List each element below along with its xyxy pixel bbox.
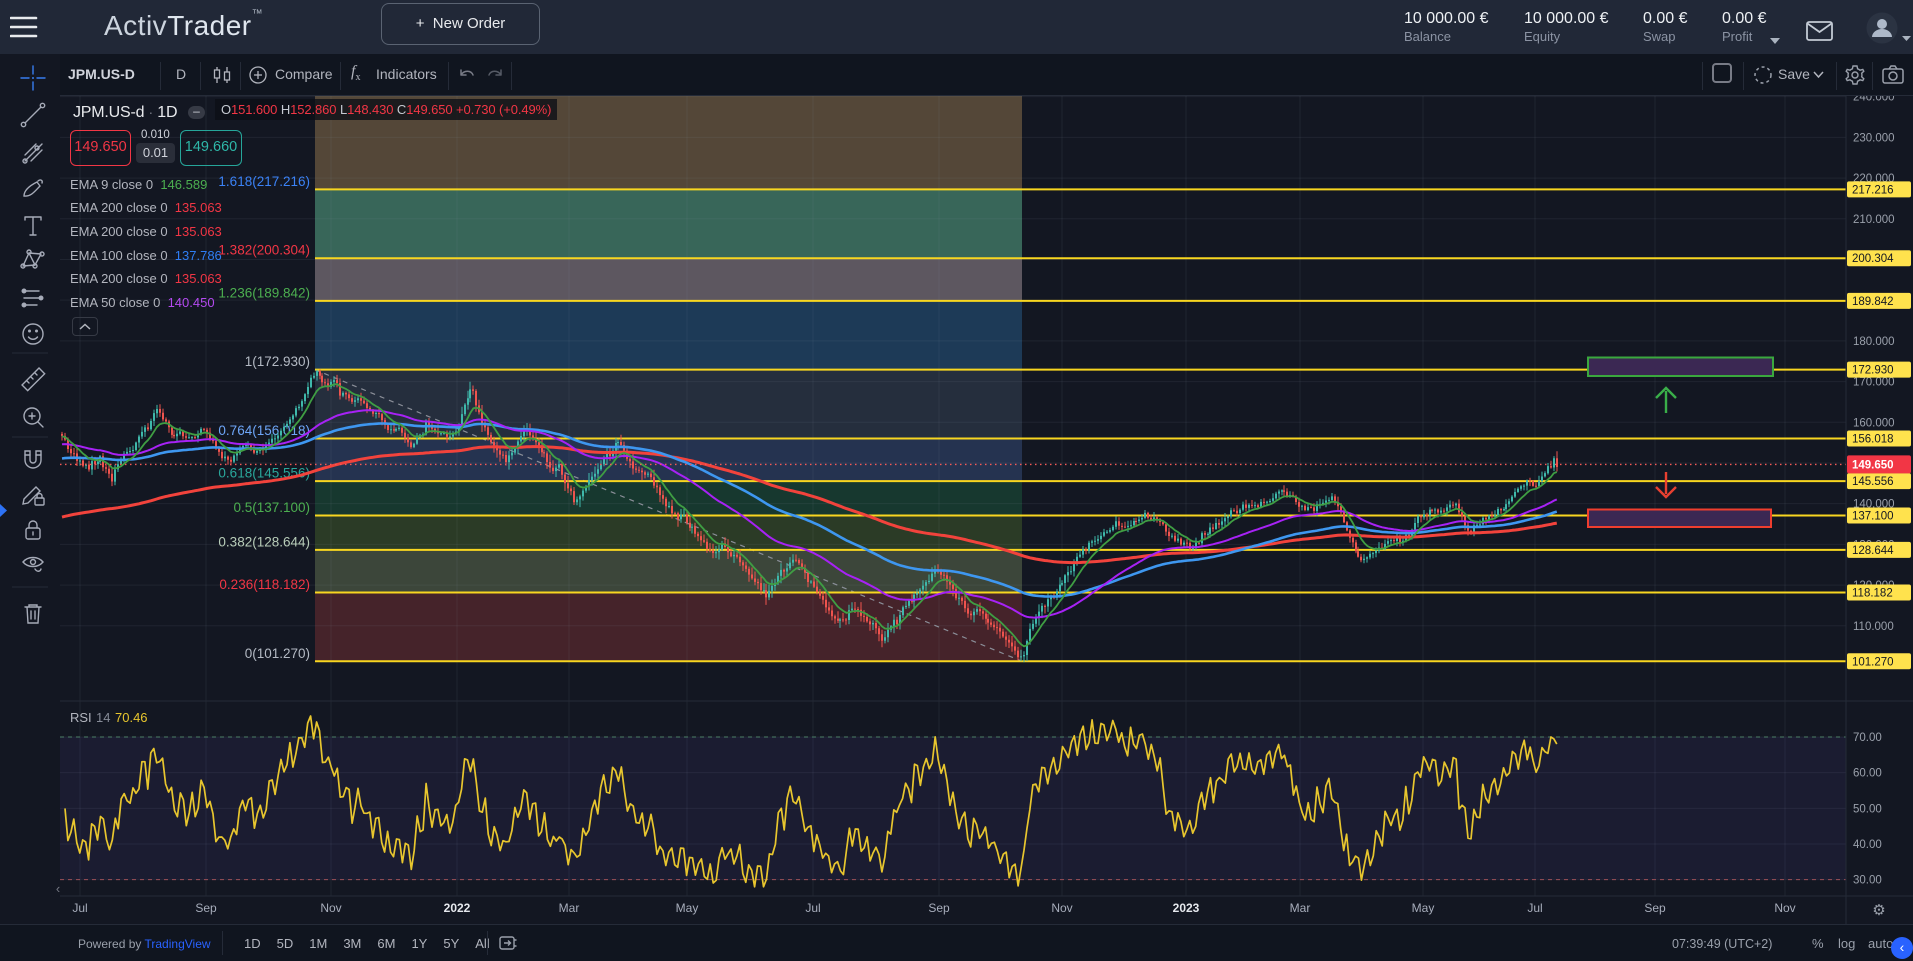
svg-text:Sep: Sep [928, 901, 950, 915]
svg-text:0.236(118.182): 0.236(118.182) [219, 577, 310, 592]
svg-text:189.842: 189.842 [1852, 296, 1894, 308]
svg-text:180.000: 180.000 [1853, 336, 1895, 348]
svg-text:Nov: Nov [320, 901, 341, 915]
svg-text:101.270: 101.270 [1852, 656, 1894, 668]
svg-text:128.644: 128.644 [1852, 545, 1894, 557]
svg-text:110.000: 110.000 [1853, 621, 1894, 633]
svg-text:Nov: Nov [1051, 901, 1072, 915]
svg-text:50.00: 50.00 [1853, 803, 1882, 815]
svg-text:200.304: 200.304 [1852, 253, 1894, 265]
svg-text:Sep: Sep [195, 901, 217, 915]
svg-text:1.618(217.216): 1.618(217.216) [218, 174, 310, 189]
svg-text:⚙: ⚙ [1872, 902, 1885, 919]
svg-text:170.000: 170.000 [1853, 377, 1895, 389]
svg-text:118.182: 118.182 [1852, 587, 1893, 599]
svg-text:40.00: 40.00 [1853, 839, 1882, 851]
svg-text:70.00: 70.00 [1853, 732, 1882, 744]
svg-text:Sep: Sep [1644, 901, 1666, 915]
svg-text:May: May [1412, 901, 1435, 915]
svg-text:230.000: 230.000 [1853, 132, 1895, 144]
svg-text:2022: 2022 [444, 901, 471, 915]
svg-text:Mar: Mar [1290, 901, 1311, 915]
svg-text:0.5(137.100): 0.5(137.100) [233, 500, 310, 515]
svg-text:0(101.270): 0(101.270) [245, 646, 310, 661]
svg-text:Jul: Jul [72, 901, 87, 915]
svg-text:Jul: Jul [805, 901, 820, 915]
svg-text:160.000: 160.000 [1853, 417, 1895, 429]
svg-text:1(172.930): 1(172.930) [245, 354, 310, 369]
svg-text:30.00: 30.00 [1853, 875, 1882, 887]
svg-text:156.018: 156.018 [1852, 433, 1894, 445]
svg-text:70.46: 70.46 [115, 710, 148, 725]
svg-text:137.100: 137.100 [1852, 510, 1894, 522]
svg-text:0.382(128.644): 0.382(128.644) [218, 534, 310, 549]
svg-text:1.382(200.304): 1.382(200.304) [218, 243, 310, 258]
svg-text:Nov: Nov [1774, 901, 1795, 915]
svg-text:145.556: 145.556 [1852, 476, 1894, 488]
svg-text:14: 14 [96, 710, 110, 725]
svg-text:2023: 2023 [1173, 901, 1200, 915]
svg-text:217.216: 217.216 [1852, 184, 1894, 196]
svg-text:May: May [676, 901, 699, 915]
svg-text:0.618(145.556): 0.618(145.556) [218, 466, 310, 481]
svg-text:210.000: 210.000 [1853, 214, 1895, 226]
svg-text:149.650: 149.650 [1852, 459, 1894, 471]
svg-text:172.930: 172.930 [1852, 365, 1894, 377]
svg-text:RSI: RSI [70, 710, 92, 725]
svg-text:1.236(189.842): 1.236(189.842) [218, 285, 310, 300]
svg-text:‹: ‹ [56, 881, 60, 896]
svg-text:Jul: Jul [1527, 901, 1542, 915]
svg-text:60.00: 60.00 [1853, 768, 1882, 780]
svg-text:Mar: Mar [559, 901, 580, 915]
